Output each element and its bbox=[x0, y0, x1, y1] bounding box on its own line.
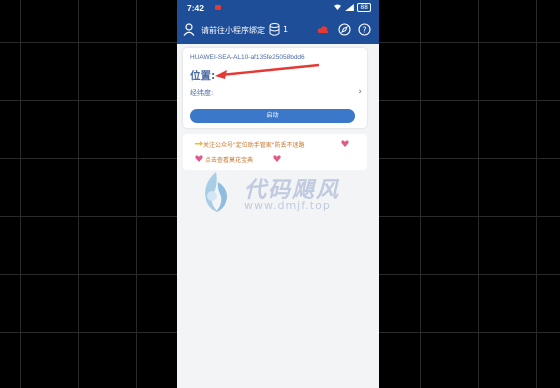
status-time: 7:42 bbox=[187, 3, 205, 13]
device-id: HUAWEI-SEA-AL10-af135fe25058bdd6 bbox=[190, 54, 305, 61]
watermark-url: www.dmjf.top bbox=[244, 199, 331, 212]
coordinate-label: 经纬度: bbox=[190, 89, 214, 97]
app-bar: 请前往小程序绑定 1 ? bbox=[177, 16, 379, 44]
database-icon[interactable] bbox=[269, 23, 280, 36]
hearts-icon bbox=[195, 155, 203, 162]
status-bar: 7:42 88 bbox=[177, 0, 379, 16]
device-count: 1 bbox=[283, 25, 289, 34]
cloud-icon[interactable] bbox=[317, 24, 329, 36]
start-button[interactable]: 启动 bbox=[190, 109, 355, 123]
compass-icon[interactable] bbox=[338, 23, 351, 36]
wifi-icon bbox=[334, 4, 342, 11]
notice-follow-text: 关注公众号"定位助手管家"防丢不迷路 bbox=[203, 142, 305, 149]
user-icon[interactable] bbox=[183, 23, 195, 36]
record-icon bbox=[215, 5, 221, 10]
signal-icon bbox=[345, 4, 355, 11]
coordinate-row[interactable]: 经纬度: › bbox=[190, 87, 362, 100]
arrow-annotation-icon bbox=[215, 63, 320, 79]
notice-card[interactable]: 关注公众号"定位助手管家"防丢不迷路 点击查看莫花宝典 bbox=[183, 134, 367, 170]
help-icon[interactable]: ? bbox=[358, 23, 371, 36]
hearts-icon bbox=[273, 155, 281, 162]
watermark: 代码飓风 www.dmjf.top bbox=[196, 170, 366, 220]
chevron-right-icon: › bbox=[358, 87, 362, 97]
pointing-hand-icon bbox=[195, 141, 203, 146]
notice-guide-text: 点击查看莫花宝典 bbox=[205, 157, 254, 164]
hearts-icon bbox=[341, 140, 349, 147]
device-card: HUAWEI-SEA-AL10-af135fe25058bdd6 位置: 经纬度… bbox=[183, 48, 367, 128]
bind-miniprogram-link[interactable]: 请前往小程序绑定 bbox=[201, 25, 265, 36]
svg-text:?: ? bbox=[362, 25, 366, 34]
battery-icon: 88 bbox=[357, 3, 371, 12]
watermark-logo-icon bbox=[205, 172, 227, 212]
position-label: 位置: bbox=[190, 70, 216, 82]
